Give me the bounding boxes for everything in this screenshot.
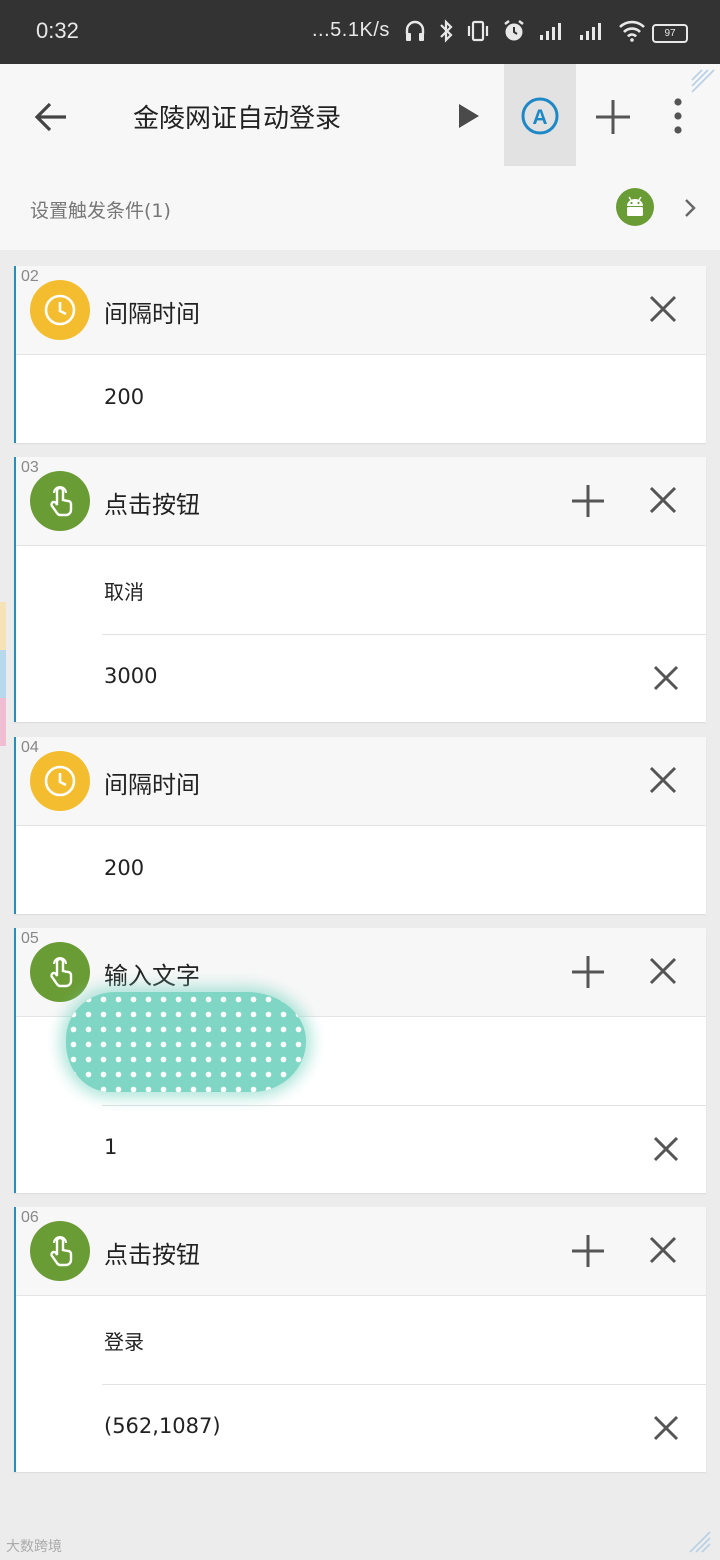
step-card: 04 间隔时间 200 xyxy=(14,737,706,914)
step-param-row[interactable]: (562,1087) xyxy=(16,1384,706,1472)
add-param-icon[interactable] xyxy=(570,954,606,990)
chevron-right-icon xyxy=(685,199,696,217)
alarm-icon xyxy=(504,20,524,41)
wifi-icon xyxy=(619,20,645,42)
signal-icon-2 xyxy=(580,23,601,40)
close-icon[interactable] xyxy=(648,485,678,515)
auto-mode-letter: A xyxy=(532,106,547,129)
step-param-row[interactable]: 登录 xyxy=(16,1296,706,1384)
step-card: 03 点击按钮 取消 3000 xyxy=(14,457,706,722)
close-icon[interactable] xyxy=(648,956,678,986)
step-param-value: 1 xyxy=(104,1135,118,1159)
app-bar: 金陵网证自动登录 A xyxy=(0,64,720,166)
auto-mode-icon: A xyxy=(521,97,559,135)
corner-decoration-icon xyxy=(689,1531,711,1553)
touch-icon xyxy=(30,942,90,1002)
vibrate-icon xyxy=(467,20,489,42)
auto-mode-button[interactable]: A xyxy=(504,64,576,166)
step-param-row[interactable]: 取消 xyxy=(16,546,706,634)
watermark: 大数跨境 xyxy=(6,1539,62,1555)
play-icon[interactable] xyxy=(452,100,484,132)
step-title: 输入文字 xyxy=(104,962,200,990)
add-param-icon[interactable] xyxy=(570,483,606,519)
step-param-value: 登录 xyxy=(104,1330,144,1354)
status-time: 0:32 xyxy=(36,18,79,43)
back-arrow-icon[interactable] xyxy=(30,96,72,138)
step-param-row[interactable]: 3000 xyxy=(16,634,706,722)
step-param-row[interactable]: 200 xyxy=(16,826,706,914)
add-icon[interactable] xyxy=(594,98,632,136)
step-param-row[interactable]: 200 xyxy=(16,355,706,443)
clock-icon xyxy=(30,751,90,811)
step-param-value: 200 xyxy=(104,385,145,409)
step-card: 02 间隔时间 200 xyxy=(14,266,706,443)
bluetooth-icon xyxy=(440,19,453,43)
step-header[interactable]: 04 间隔时间 xyxy=(16,737,706,826)
step-title: 点击按钮 xyxy=(104,491,200,519)
headphones-icon xyxy=(405,20,425,41)
step-title: 间隔时间 xyxy=(104,771,200,799)
network-speed: ...5.1K/s xyxy=(312,19,390,41)
touch-icon xyxy=(30,471,90,531)
close-icon[interactable] xyxy=(648,294,678,324)
trigger-conditions-row[interactable]: 设置触发条件(1) xyxy=(0,166,720,250)
remove-param-icon[interactable] xyxy=(652,1135,680,1163)
touch-icon xyxy=(30,1221,90,1281)
step-header[interactable]: 02 间隔时间 xyxy=(16,266,706,355)
step-param-row[interactable]: 1 xyxy=(16,1105,706,1193)
trigger-label: 设置触发条件(1) xyxy=(30,200,171,222)
step-param-value: 3000 xyxy=(104,664,158,688)
clock-icon xyxy=(30,280,90,340)
step-param-value: 取消 xyxy=(104,580,144,604)
close-icon[interactable] xyxy=(648,1235,678,1265)
add-param-icon[interactable] xyxy=(570,1233,606,1269)
android-icon xyxy=(616,188,654,226)
left-edge-tabs xyxy=(0,602,6,746)
step-header[interactable]: 06 点击按钮 xyxy=(16,1207,706,1296)
more-options-icon[interactable] xyxy=(664,96,692,136)
remove-param-icon[interactable] xyxy=(652,664,680,692)
step-title: 点击按钮 xyxy=(104,1241,200,1269)
page-title: 金陵网证自动登录 xyxy=(133,104,342,134)
redaction-blob xyxy=(66,992,306,1092)
signal-icon-1 xyxy=(540,23,561,40)
step-header[interactable]: 03 点击按钮 xyxy=(16,457,706,546)
step-title: 间隔时间 xyxy=(104,300,200,328)
battery-icon: 97 xyxy=(652,24,688,43)
status-bar: 0:32 ...5.1K/s 97 xyxy=(0,0,720,64)
corner-decoration-icon xyxy=(691,69,715,93)
step-card: 06 点击按钮 登录 (562,1087) xyxy=(14,1207,706,1472)
remove-param-icon[interactable] xyxy=(652,1414,680,1442)
step-param-value: (562,1087) xyxy=(104,1414,221,1438)
close-icon[interactable] xyxy=(648,765,678,795)
step-param-value: 200 xyxy=(104,856,145,880)
